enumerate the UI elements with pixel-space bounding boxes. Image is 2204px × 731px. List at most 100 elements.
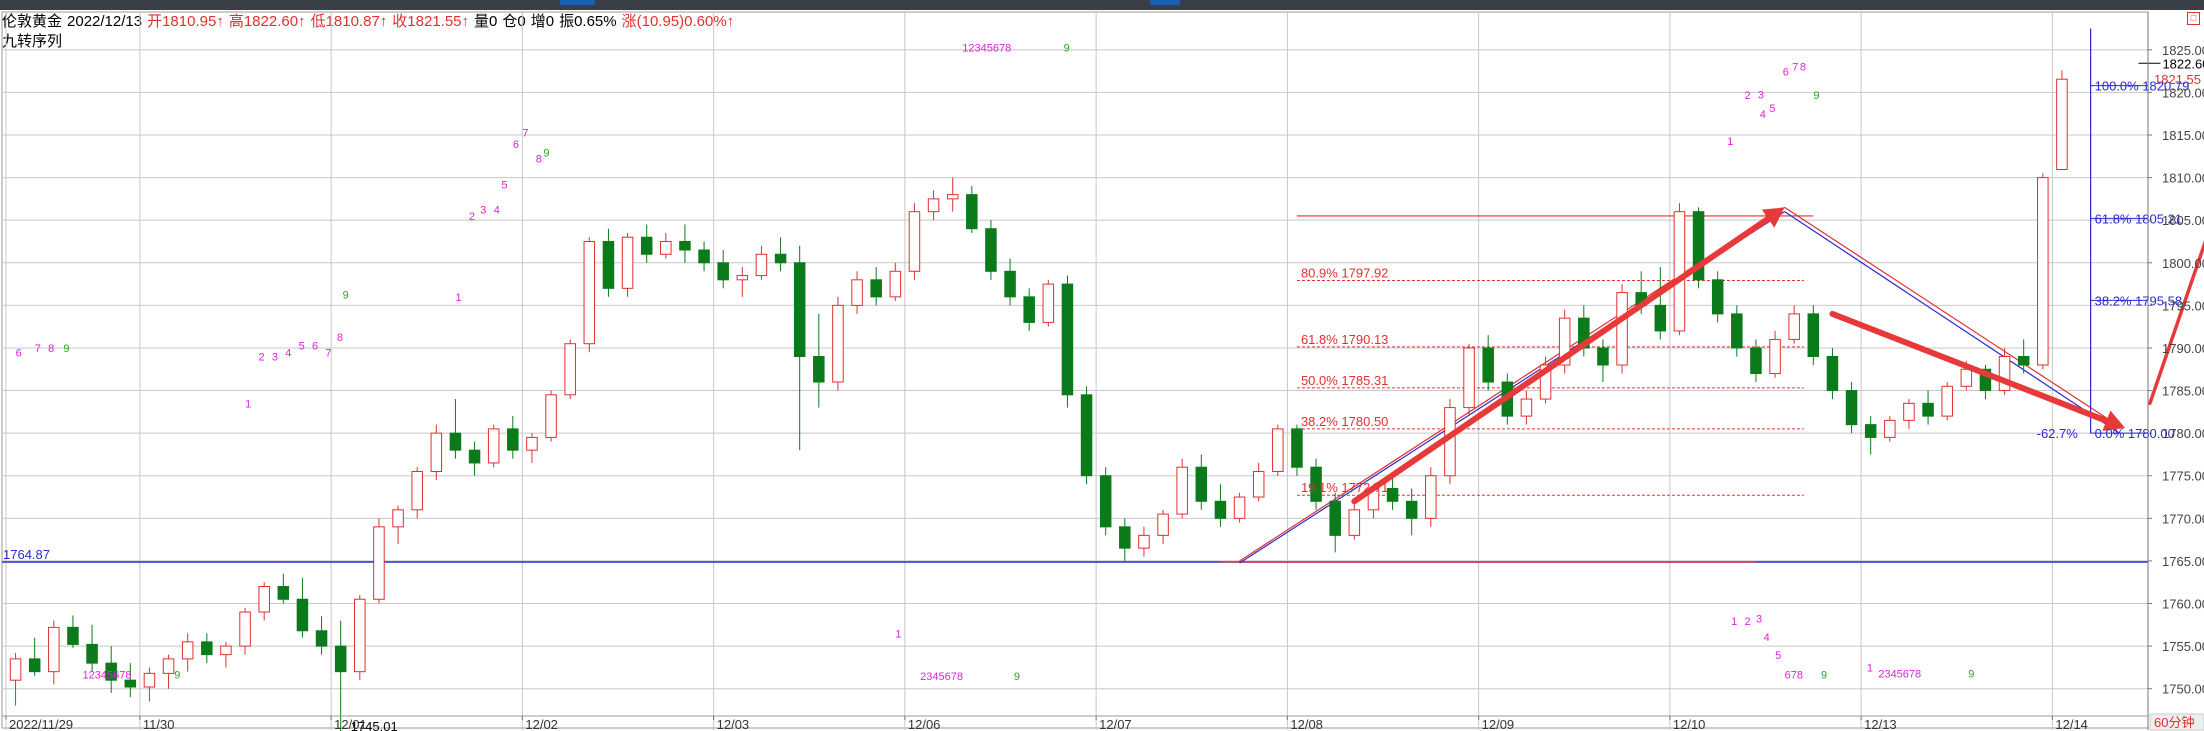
candle-body bbox=[1463, 347, 1475, 409]
candle-body bbox=[870, 279, 882, 298]
fib-left-level-label: 50.0% 1785.31 bbox=[1301, 373, 1388, 388]
candle-body bbox=[1195, 466, 1208, 502]
x-tick-label: 12/07 bbox=[1099, 717, 1132, 731]
candle-body bbox=[1711, 279, 1724, 315]
nine-sequence-label: 3 bbox=[1756, 613, 1762, 625]
candle-body bbox=[1922, 402, 1934, 417]
candle-body bbox=[1750, 347, 1762, 375]
nine-sequence-label: 5 bbox=[1769, 103, 1775, 115]
y-tick-label: 1820.00 bbox=[2162, 85, 2204, 100]
candle-body bbox=[1654, 304, 1667, 332]
x-tick-label: 12/02 bbox=[525, 717, 558, 731]
nine-sequence-label: 2 bbox=[1744, 616, 1750, 628]
x-tick-label: 12/10 bbox=[1673, 717, 1706, 731]
candle-body bbox=[1042, 283, 1055, 323]
candle-body bbox=[1272, 428, 1284, 472]
axes: 1750.00 1755.00 1760.00 1765.00 1770.00 1775.… bbox=[2, 12, 2204, 731]
candle-body bbox=[1099, 475, 1112, 528]
y-tick-label: 1770.00 bbox=[2162, 511, 2204, 526]
downtrend-arrow-shaft bbox=[1829, 310, 2110, 424]
nine-sequence-label: 1 bbox=[245, 399, 251, 411]
candle-body bbox=[1138, 534, 1150, 549]
candle-body bbox=[487, 428, 500, 464]
candle-body bbox=[296, 598, 309, 632]
support-line-label: 1764.87 bbox=[3, 547, 50, 562]
nine-sequence-label: 5 bbox=[1775, 650, 1781, 662]
uptrend-arrow-shaft bbox=[1351, 215, 1772, 505]
nine-sequence-label: 6 bbox=[513, 139, 519, 151]
candle-body bbox=[315, 630, 328, 647]
candle-body bbox=[1061, 283, 1074, 396]
nine-sequence-label: 5 bbox=[299, 341, 305, 353]
nine-sequence-label: 2 bbox=[469, 211, 475, 223]
candle-body bbox=[602, 240, 615, 289]
candle-body bbox=[1673, 211, 1686, 332]
candle-body bbox=[67, 626, 79, 645]
x-tick-label: 12/13 bbox=[1864, 717, 1897, 731]
candle-body bbox=[373, 526, 385, 600]
candle-body bbox=[1520, 398, 1533, 417]
candle-body bbox=[889, 270, 902, 298]
candle-body bbox=[28, 658, 41, 673]
candle-body bbox=[9, 658, 22, 681]
candle-body bbox=[583, 240, 596, 345]
candle-body bbox=[2037, 177, 2049, 366]
fib-left-level-label: 19.1% 1772.71 bbox=[1301, 480, 1388, 495]
y-tick-label: 1780.00 bbox=[2162, 426, 2204, 441]
candle-body bbox=[793, 262, 806, 357]
nine-sequence-label: 1 bbox=[895, 629, 901, 641]
candle-body bbox=[220, 645, 232, 656]
fib-left-level-label: 80.9% 1797.92 bbox=[1301, 265, 1388, 280]
drawing-lines bbox=[2, 28, 2161, 564]
nine-sequence-label: 3 bbox=[272, 352, 278, 364]
candle-body bbox=[239, 611, 251, 647]
y-tick-label: 1800.00 bbox=[2162, 256, 2204, 271]
candle-body bbox=[1960, 368, 1973, 387]
fib-right-extension-label: -62.7% bbox=[2037, 426, 2079, 441]
x-tick-label: 12/09 bbox=[1482, 717, 1515, 731]
candle-body bbox=[1864, 424, 1877, 438]
candle-body bbox=[621, 236, 634, 289]
candle-body bbox=[181, 641, 194, 660]
candle-body bbox=[1348, 509, 1361, 536]
candle-body bbox=[468, 449, 481, 464]
nine-sequence-label: 9 bbox=[1821, 669, 1827, 681]
candle-body bbox=[430, 432, 443, 472]
nine-sequence-label: 1 bbox=[455, 292, 461, 304]
nine-sequence-label: 9 bbox=[543, 147, 549, 159]
candle-body bbox=[1788, 313, 1800, 340]
nine-sequence-label: 3 bbox=[1758, 89, 1764, 101]
nine-sequence-label: 12345678 bbox=[962, 43, 1011, 55]
y-tick-label: 1755.00 bbox=[2162, 639, 2204, 654]
nine-sequence-label: 12345678 bbox=[83, 669, 132, 681]
candle-body bbox=[1329, 500, 1341, 536]
nine-sequence-label: 6 bbox=[1783, 66, 1789, 78]
candle-body bbox=[1807, 313, 1820, 357]
candle-body bbox=[755, 253, 768, 277]
candle-body bbox=[832, 304, 844, 383]
candle-body bbox=[1386, 488, 1399, 502]
y-tick-label: 1760.00 bbox=[2162, 597, 2204, 612]
x-tick-label: 12/03 bbox=[717, 717, 750, 731]
candlestick-chart[interactable]: 1764.87 80.9% 1797.92 61.8% 1790.13 50.0% 1… bbox=[0, 0, 2204, 731]
candle-body bbox=[1004, 270, 1016, 298]
candle-body bbox=[1941, 385, 1953, 417]
candle-body bbox=[48, 626, 60, 673]
candle-body bbox=[1080, 394, 1093, 477]
candle-body bbox=[1119, 526, 1131, 549]
candle-body bbox=[258, 585, 270, 613]
nine-sequence-label: 7 bbox=[522, 128, 528, 140]
candle-body bbox=[774, 253, 787, 264]
candle-body bbox=[851, 279, 863, 306]
nine-sequence-label: 9 bbox=[63, 343, 69, 355]
candle-body bbox=[1233, 496, 1246, 519]
nine-sequence-label: 8 bbox=[536, 153, 542, 165]
downtrend-arrow bbox=[1829, 310, 2126, 432]
candle-body bbox=[1482, 347, 1494, 383]
candle-body bbox=[660, 240, 672, 255]
candle-body bbox=[736, 275, 749, 281]
candle-body bbox=[201, 641, 213, 656]
nine-sequence-label: 9 bbox=[1813, 90, 1819, 102]
candle-body bbox=[507, 428, 519, 451]
nine-sequence-label: 5 bbox=[501, 180, 507, 192]
